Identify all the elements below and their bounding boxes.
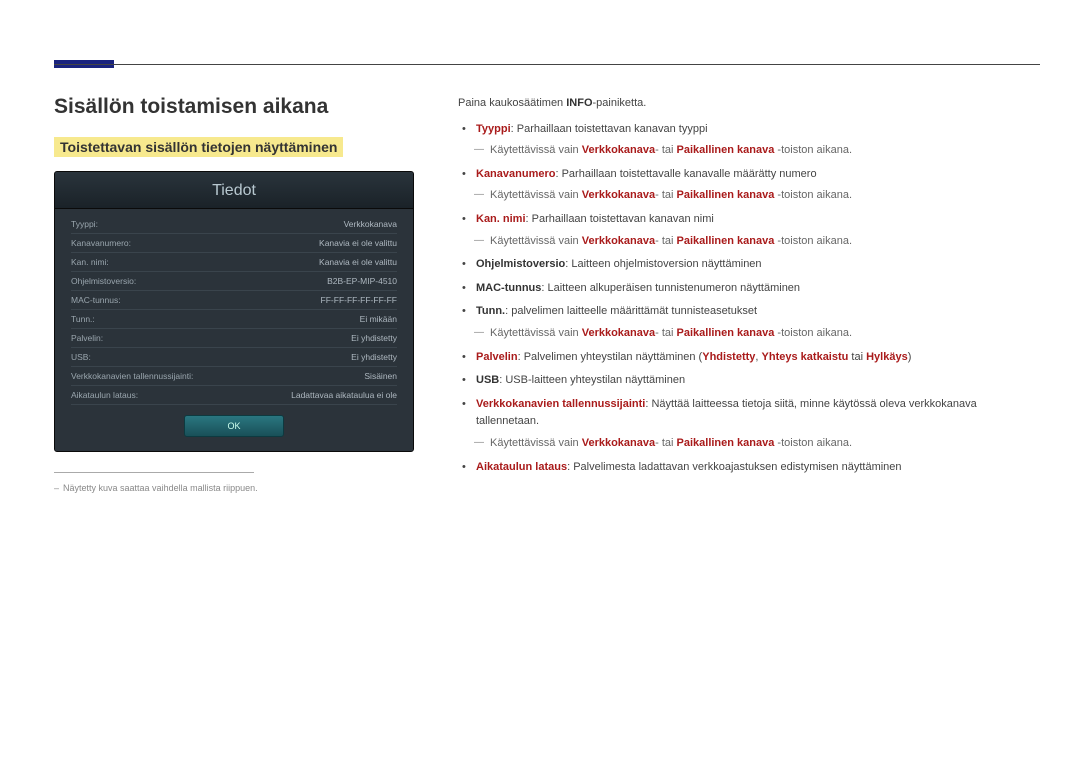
list-item-term: USB (476, 374, 499, 386)
panel-row: Verkkokanavien tallennussijainti: Sisäine… (71, 367, 397, 386)
panel-row-label: USB: (71, 352, 91, 362)
list-item-term: Palvelin (476, 351, 518, 363)
list-item: Kan. nimi: Parhaillaan toistettavan kana… (476, 211, 1040, 250)
panel-row: Palvelin: Ei yhdistetty (71, 329, 397, 348)
panel-row-label: MAC-tunnus: (71, 295, 121, 305)
intro-suffix: -painiketta. (593, 97, 647, 109)
panel-row-value: Kanavia ei ole valittu (319, 257, 397, 267)
list-item-term: Ohjelmistoversio (476, 258, 565, 270)
list-item: MAC-tunnus: Laitteen alkuperäisen tunnis… (476, 280, 1040, 298)
ok-button-wrap: OK (71, 405, 397, 441)
panel-row-label: Aikataulun lataus: (71, 390, 138, 400)
sub-note: Käytettävissä vain Verkkokanava- tai Pai… (476, 142, 1040, 160)
panel-row-label: Kanavanumero: (71, 238, 131, 248)
panel-row-label: Palvelin: (71, 333, 103, 343)
panel-row: MAC-tunnus: FF-FF-FF-FF-FF-FF (71, 291, 397, 310)
info-panel-title: Tiedot (55, 172, 413, 209)
left-column: Sisällön toistamisen aikana Toistettavan… (54, 95, 414, 493)
page-title: Sisällön toistamisen aikana (54, 95, 414, 119)
panel-row: Kanavanumero: Kanavia ei ole valittu (71, 234, 397, 253)
panel-row-value: Ei yhdistetty (351, 352, 397, 362)
list-item: Ohjelmistoversio: Laitteen ohjelmistover… (476, 256, 1040, 274)
list-item: Verkkokanavien tallennussijainti: Näyttä… (476, 396, 1040, 453)
panel-row-value: Ei mikään (360, 314, 397, 324)
sub-note: Käytettävissä vain Verkkokanava- tai Pai… (476, 233, 1040, 251)
info-panel: Tiedot Tyyppi: Verkkokanava Kanavanumero:… (54, 171, 414, 452)
list-item-desc: : Palvelimesta ladattavan verkkoajastuks… (567, 461, 901, 473)
intro-bold: INFO (566, 97, 592, 109)
intro-prefix: Paina kaukosäätimen (458, 97, 566, 109)
list-item-term: Tyyppi (476, 123, 511, 135)
list-item: Tunn.: palvelimen laitteelle määrittämät… (476, 303, 1040, 342)
panel-row-value: Ladattavaa aikataulua ei ole (291, 390, 397, 400)
panel-row-value: B2B-EP-MIP-4510 (327, 276, 397, 286)
panel-row-label: Kan. nimi: (71, 257, 109, 267)
panel-row-label: Tunn.: (71, 314, 95, 324)
info-panel-body: Tyyppi: Verkkokanava Kanavanumero: Kanavia… (55, 209, 413, 451)
list-item-term: MAC-tunnus (476, 282, 541, 294)
right-column: Paina kaukosäätimen INFO-painiketta. Tyy… (458, 95, 1040, 493)
page-content: Sisällön toistamisen aikana Toistettavan… (54, 95, 1040, 493)
list-item: Tyyppi: Parhaillaan toistettavan kanavan… (476, 121, 1040, 160)
list-item-desc: : palvelimen laitteelle määrittämät tunn… (505, 305, 757, 317)
list-item-term: Tunn. (476, 305, 505, 317)
panel-row: Tyyppi: Verkkokanava (71, 215, 397, 234)
list-item-desc: : Parhaillaan toistettavan kanavan tyypp… (511, 123, 708, 135)
intro-line: Paina kaukosäätimen INFO-painiketta. (458, 95, 1040, 113)
panel-row: Ohjelmistoversio: B2B-EP-MIP-4510 (71, 272, 397, 291)
panel-row-label: Tyyppi: (71, 219, 98, 229)
bullet-list: Tyyppi: Parhaillaan toistettavan kanavan… (458, 121, 1040, 477)
panel-row-value: FF-FF-FF-FF-FF-FF (321, 295, 397, 305)
footnote-text: Näytetty kuva saattaa vaihdella mallista… (54, 483, 414, 493)
list-item-term: Verkkokanavien tallennussijainti (476, 398, 645, 410)
panel-row: Kan. nimi: Kanavia ei ole valittu (71, 253, 397, 272)
sub-note: Käytettävissä vain Verkkokanava- tai Pai… (476, 187, 1040, 205)
list-item: USB: USB-laitteen yhteystilan näyttämine… (476, 372, 1040, 390)
list-item: Aikataulun lataus: Palvelimesta ladattav… (476, 459, 1040, 477)
section-heading: Toistettavan sisällön tietojen näyttämin… (54, 137, 343, 157)
sub-note: Käytettävissä vain Verkkokanava- tai Pai… (476, 435, 1040, 453)
list-item: Palvelin: Palvelimen yhteystilan näyttäm… (476, 349, 1040, 367)
list-item-desc: : USB-laitteen yhteystilan näyttäminen (499, 374, 685, 386)
list-item-term: Aikataulun lataus (476, 461, 567, 473)
panel-row-value: Verkkokanava (344, 219, 397, 229)
footnote-divider (54, 472, 254, 473)
list-item-desc-pre: : Palvelimen yhteystilan näyttäminen ( (518, 351, 703, 363)
panel-row: Aikataulun lataus: Ladattavaa aikataulua … (71, 386, 397, 405)
panel-row-value: Sisäinen (364, 371, 397, 381)
panel-row-label: Verkkokanavien tallennussijainti: (71, 371, 193, 381)
list-item-desc: : Laitteen ohjelmistoversion näyttäminen (565, 258, 761, 270)
list-item-desc: : Laitteen alkuperäisen tunnistenumeron … (541, 282, 800, 294)
list-item-desc: : Parhaillaan toistettavan kanavan nimi (526, 213, 714, 225)
panel-row-value: Ei yhdistetty (351, 333, 397, 343)
panel-row-label: Ohjelmistoversio: (71, 276, 136, 286)
list-item: Kanavanumero: Parhaillaan toistettavalle… (476, 166, 1040, 205)
list-item-desc: : Parhaillaan toistettavalle kanavalle m… (555, 168, 816, 180)
ok-button[interactable]: OK (184, 415, 284, 437)
panel-row: Tunn.: Ei mikään (71, 310, 397, 329)
panel-row: USB: Ei yhdistetty (71, 348, 397, 367)
list-item-term: Kanavanumero (476, 168, 555, 180)
panel-row-value: Kanavia ei ole valittu (319, 238, 397, 248)
header-rule (54, 64, 1040, 65)
sub-note: Käytettävissä vain Verkkokanava- tai Pai… (476, 325, 1040, 343)
list-item-term: Kan. nimi (476, 213, 526, 225)
